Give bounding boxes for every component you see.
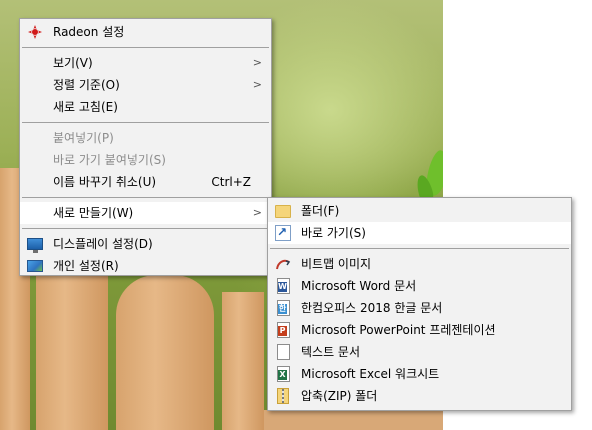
fence-post xyxy=(264,410,443,430)
zip-folder-icon xyxy=(277,388,289,404)
radeon-icon xyxy=(27,24,43,40)
submenu-item-bitmap[interactable]: 비트맵 이미지 xyxy=(268,253,571,275)
chevron-right-icon: > xyxy=(252,78,262,91)
word-icon: W xyxy=(277,278,290,294)
menu-item-refresh[interactable]: 새로 고침(E) xyxy=(20,96,271,118)
menu-separator xyxy=(22,47,269,48)
keyboard-shortcut: Ctrl+Z xyxy=(211,175,251,189)
menu-item-label: 디스플레이 설정(D) xyxy=(53,237,153,251)
text-document-icon xyxy=(277,344,290,360)
menu-item-label: 비트맵 이미지 xyxy=(301,257,372,271)
menu-item-new[interactable]: 새로 만들기(W) > xyxy=(20,202,271,224)
folder-icon xyxy=(275,205,291,218)
menu-item-label: Microsoft PowerPoint 프레젠테이션 xyxy=(301,323,496,337)
fence-post xyxy=(222,292,264,430)
menu-item-label: 개인 설정(R) xyxy=(53,259,119,273)
menu-item-label: 붙여넣기(P) xyxy=(53,131,114,145)
menu-item-label: 보기(V) xyxy=(53,56,93,70)
chevron-right-icon: > xyxy=(252,56,262,69)
submenu-item-text[interactable]: 텍스트 문서 xyxy=(268,341,571,363)
menu-item-label: 바로 가기(S) xyxy=(301,226,366,240)
shortcut-icon xyxy=(275,221,291,243)
bitmap-icon xyxy=(275,256,291,272)
menu-item-paste-shortcut: 바로 가기 붙여넣기(S) xyxy=(20,149,271,171)
submenu-item-powerpoint[interactable]: P Microsoft PowerPoint 프레젠테이션 xyxy=(268,319,571,341)
submenu-item-folder[interactable]: 폴더(F) xyxy=(268,200,571,222)
submenu-item-excel[interactable]: X Microsoft Excel 워크시트 xyxy=(268,363,571,385)
menu-item-label: 새로 만들기(W) xyxy=(53,206,134,220)
menu-separator xyxy=(22,228,269,229)
menu-item-label: 압축(ZIP) 폴더 xyxy=(301,389,378,403)
menu-item-label: 정렬 기준(O) xyxy=(53,78,120,92)
menu-item-label: 이름 바꾸기 취소(U) xyxy=(53,175,157,189)
menu-item-radeon-settings[interactable]: Radeon 설정 xyxy=(20,21,271,43)
new-submenu: 폴더(F) 바로 가기(S) 비트맵 이미지 W Microsoft Word … xyxy=(267,197,572,411)
menu-item-sort-by[interactable]: 정렬 기준(O) > xyxy=(20,74,271,96)
submenu-item-shortcut[interactable]: 바로 가기(S) xyxy=(268,221,571,244)
menu-item-label: 한컴오피스 2018 한글 문서 xyxy=(301,301,443,315)
menu-item-display-settings[interactable]: 디스플레이 설정(D) xyxy=(20,233,271,255)
menu-item-label: Microsoft Excel 워크시트 xyxy=(301,367,440,381)
submenu-item-hwp[interactable]: 한 한컴오피스 2018 한글 문서 xyxy=(268,297,571,319)
excel-icon: X xyxy=(277,366,290,382)
powerpoint-icon: P xyxy=(277,322,290,338)
hwp-icon: 한 xyxy=(277,300,290,316)
menu-item-label: 텍스트 문서 xyxy=(301,345,361,359)
personalize-icon xyxy=(27,260,43,272)
menu-item-label: 바로 가기 붙여넣기(S) xyxy=(53,153,166,167)
menu-item-paste: 붙여넣기(P) xyxy=(20,127,271,149)
menu-separator xyxy=(22,122,269,123)
chevron-right-icon: > xyxy=(252,206,262,219)
menu-item-view[interactable]: 보기(V) > xyxy=(20,52,271,74)
menu-item-label: 새로 고침(E) xyxy=(53,100,118,114)
menu-separator xyxy=(22,197,269,198)
menu-item-personalize[interactable]: 개인 설정(R) xyxy=(20,255,271,277)
fence-post xyxy=(36,265,108,430)
submenu-item-zip[interactable]: 압축(ZIP) 폴더 xyxy=(268,385,571,407)
menu-item-label: Microsoft Word 문서 xyxy=(301,279,417,293)
menu-item-undo-rename[interactable]: 이름 바꾸기 취소(U) Ctrl+Z xyxy=(20,171,271,193)
desktop-context-menu: Radeon 설정 보기(V) > 정렬 기준(O) > 새로 고침(E) 붙여… xyxy=(19,18,272,276)
fence-post xyxy=(116,275,214,430)
menu-separator xyxy=(270,248,569,249)
monitor-icon xyxy=(27,238,43,253)
menu-item-label: 폴더(F) xyxy=(301,204,340,218)
menu-item-label: Radeon 설정 xyxy=(53,25,125,39)
submenu-item-word[interactable]: W Microsoft Word 문서 xyxy=(268,275,571,297)
